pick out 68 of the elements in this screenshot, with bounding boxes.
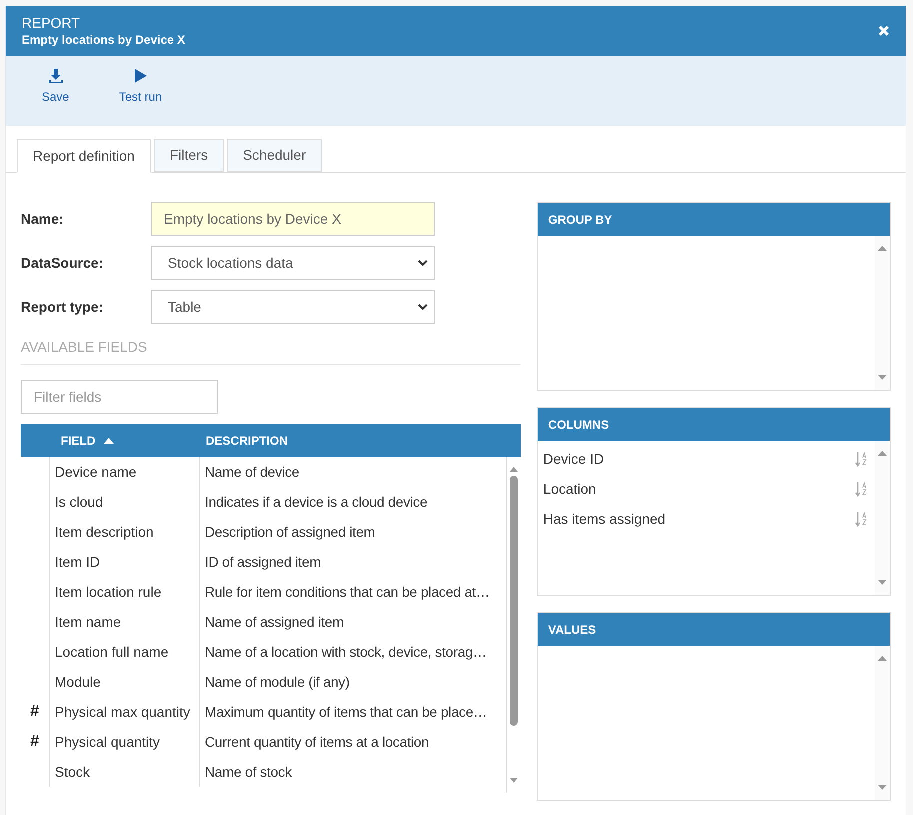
table-cell: Location full name — [50, 637, 200, 667]
table-cell: Physical max quantity — [50, 697, 200, 727]
download-icon — [48, 68, 64, 84]
tab[interactable]: Filters — [154, 139, 224, 172]
field-label: Report type: — [21, 298, 104, 317]
table-cell-text: Name of assigned item — [204, 612, 345, 632]
dropdown[interactable]: Stock locations data — [151, 246, 435, 280]
table-cell-text: Name of module (if any) — [204, 672, 351, 692]
table-cell-text: Name of device — [204, 462, 300, 482]
table-cell: Item ID — [50, 547, 200, 577]
scrollbar[interactable] — [875, 646, 890, 800]
test-run-button[interactable]: Test run — [109, 68, 172, 106]
panel-header: GROUP BY — [538, 203, 890, 236]
tab[interactable]: Scheduler — [227, 139, 322, 172]
scroll-up-icon — [878, 451, 887, 456]
column-header[interactable]: DESCRIPTION — [200, 432, 288, 450]
scroll-down-icon — [878, 785, 887, 790]
list-item[interactable]: Location — [543, 478, 596, 500]
section-heading: AVAILABLE FIELDS — [21, 337, 522, 365]
scroll-down-icon — [878, 580, 887, 585]
table-cell: Item name — [50, 607, 200, 637]
panel-header: COLUMNS — [538, 408, 890, 441]
window-title: REPORT — [22, 14, 82, 32]
filter-field[interactable]: Filter fields — [21, 380, 218, 414]
field-label: DataSource: — [21, 254, 104, 272]
table-cell-text: ID of assigned item — [204, 552, 322, 572]
scrollbar[interactable] — [875, 441, 890, 595]
sort-icon — [855, 451, 869, 467]
column-header[interactable]: FIELD — [50, 432, 200, 450]
chevron-down-icon — [418, 304, 428, 310]
table-cell-text: Current quantity of items at a location — [204, 732, 430, 752]
name-field[interactable]: Empty locations by Device X — [151, 202, 435, 236]
table-cell: Item description — [50, 517, 200, 547]
table-cell-text: Rule for item conditions that can be placed at… — [204, 582, 491, 602]
table-cell: Physical quantity — [50, 727, 200, 757]
table-cell: Item location rule — [50, 577, 200, 607]
scroll-up-icon — [878, 656, 887, 661]
dropdown[interactable]: Table — [151, 290, 435, 324]
sort-icon — [855, 481, 869, 497]
panel-header: VALUES — [538, 613, 890, 646]
scrollbar[interactable] — [875, 236, 890, 390]
scroll-up-icon — [878, 246, 887, 251]
window-subtitle: Empty locations by Device X — [22, 32, 186, 48]
scroll-down-icon — [878, 375, 887, 380]
sort-ascending-icon — [104, 438, 114, 444]
save-button[interactable]: Save — [32, 68, 80, 106]
table-cell: Is cloud — [50, 487, 200, 517]
tab[interactable]: Report definition — [17, 139, 151, 173]
close-icon — [878, 25, 890, 37]
table-cell-text: Maximum quantity of items that can be place… — [204, 702, 488, 722]
chevron-down-icon — [418, 260, 428, 266]
sort-icon — [855, 511, 869, 527]
table-cell: Module — [50, 667, 200, 697]
field-label: Name: — [21, 210, 65, 228]
close-button[interactable] — [876, 23, 892, 39]
list-item[interactable]: Has items assigned — [543, 508, 666, 530]
list-item[interactable]: Device ID — [543, 448, 604, 470]
table-cell: Stock — [50, 757, 200, 787]
table-cell: Device name — [50, 457, 200, 487]
number-type-icon: # — [30, 730, 40, 754]
table-cell-text: Name of a location with stock, device, storag… — [204, 642, 488, 662]
scroll-up-icon — [510, 467, 518, 472]
table-cell-text: Name of stock — [204, 762, 293, 782]
scroll-down-icon — [510, 778, 518, 783]
play-icon — [134, 68, 148, 84]
table-cell-text: Description of assigned item — [204, 522, 376, 542]
number-type-icon: # — [30, 700, 40, 724]
table-cell-text: Indicates if a device is a cloud device — [204, 492, 429, 512]
